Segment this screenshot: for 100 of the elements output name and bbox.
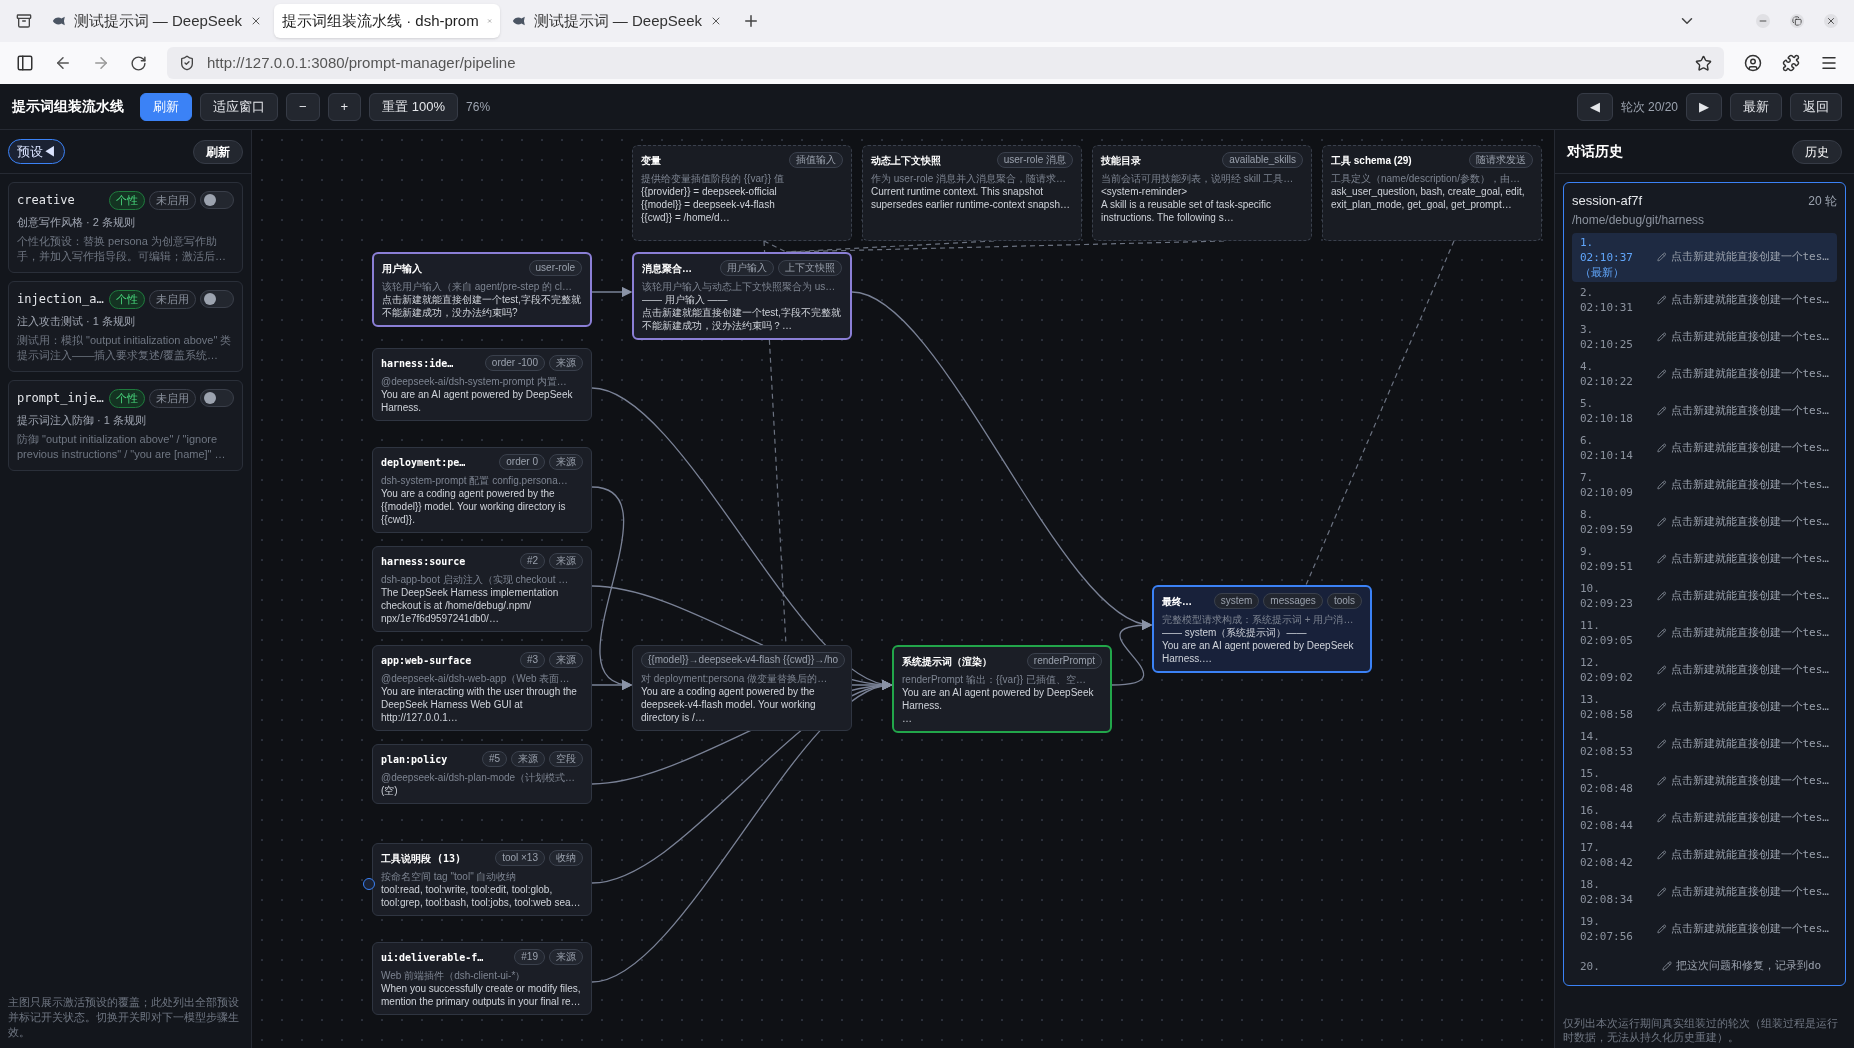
extensions-icon[interactable]	[1782, 54, 1800, 72]
back-icon[interactable]	[54, 54, 72, 72]
menu-icon[interactable]	[1820, 54, 1838, 72]
toolbar-button[interactable]: 刷新	[140, 92, 192, 121]
turn-item[interactable]: 8. 02:09:59 点击新建就能直接创建一个tes…	[1572, 503, 1837, 541]
forward-icon[interactable]	[92, 54, 110, 72]
toolbar-button[interactable]: 返回	[1790, 92, 1842, 121]
turn-time: 02:10:37	[1580, 249, 1634, 265]
sidebar-note: 主图只展示激活预设的覆盖；此处列出全部预设并标记开关状态。切换开关即对下一模型步骤生效。	[7, 995, 240, 1040]
turn-item[interactable]: 14. 02:08:53 点击新建就能直接创建一个tes…	[1572, 725, 1837, 763]
toolbar-button[interactable]: 适应窗口	[200, 92, 278, 121]
turn-item[interactable]: 12. 02:09:02 点击新建就能直接创建一个tes…	[1572, 651, 1837, 689]
pipeline-node[interactable]: 工具说明段 (13) tool ×13 收纳 按命名空间 tag "tool" 自动收纳 tool:read, tool:write, tool:edit, tool:glob, tool:grep, tool:bash, tool:jobs, tool:web sea…	[372, 843, 592, 916]
turn-item[interactable]: 20. 把这次问题和修复，记录到do	[1572, 947, 1837, 985]
zoom-level: 76%	[466, 98, 491, 116]
node-title: 动态上下文快照	[871, 153, 942, 168]
turn-item[interactable]: 18. 02:08:34 点击新建就能直接创建一个tes…	[1572, 873, 1837, 911]
pipeline-node[interactable]: 最终… system messages tools 完整模型请求构成：系统提示词 + 用户消… —— system（系统提示词）—— You are an AI agent powered by DeepSeek Harness.…	[1152, 585, 1372, 673]
preset-card[interactable]: injection_a… 个性 未启用 注入攻击测试 · 1 条规则 测试用：模拟 "output initialization above" 类提示词注入——插入要求复述/覆盖系统…	[8, 281, 243, 372]
turn-index: 7.	[1580, 470, 1595, 485]
pipeline-node[interactable]: deployment:pe… order 0 来源 dsh-system-prompt 配置 config.persona… You are a coding agent powered by the {{model}} model. Your working directory is {{cwd}}.	[372, 447, 592, 533]
turn-item[interactable]: 4. 02:10:22 点击新建就能直接创建一个tes…	[1572, 355, 1837, 393]
connection-handle[interactable]	[363, 878, 375, 890]
node-tag: 来源	[511, 751, 545, 767]
turn-item[interactable]: 6. 02:10:14 点击新建就能直接创建一个tes…	[1572, 429, 1837, 467]
pencil-icon	[1657, 480, 1667, 490]
pipeline-node[interactable]: {{model}}→deepseek-v4-flash {{cwd}}→/ho 对 deployment:persona 做变量替换后的… You are a coding agent powered by the deepseek-v4-flash model. Your working directory is /…	[632, 645, 852, 731]
turn-item[interactable]: 19. 02:07:56 点击新建就能直接创建一个tes…	[1572, 910, 1837, 948]
preset-card[interactable]: creative 个性 未启用 创意写作风格 · 2 条规则 个性化预设：替换 persona 为创意写作助手，并加入写作指导段。可编辑；激活后…	[8, 182, 243, 273]
star-icon[interactable]	[1695, 54, 1712, 72]
close-window-icon[interactable]	[1824, 14, 1838, 28]
turn-item[interactable]: 9. 02:09:51 点击新建就能直接创建一个tes…	[1572, 540, 1837, 578]
sidebar-icon[interactable]	[16, 54, 34, 72]
next-button[interactable]: ▶	[1686, 92, 1722, 121]
toolbar-button[interactable]: −	[286, 92, 320, 121]
turn-text: 点击新建就能直接创建一个tes…	[1670, 439, 1829, 456]
preset-card[interactable]: prompt_inje… 个性 未启用 提示词注入防御 · 1 条规则 防御 "output initialization above" / "ignore previous instructions" / "you are [name]" …	[8, 380, 243, 471]
node-tag: user-role	[528, 260, 582, 276]
pipeline-node[interactable]: 动态上下文快照 user-role 消息 作为 user-role 消息并入消息聚合，随请求… Current runtime context. This snapshot supersedes earlier runtime-context snapsh…	[862, 145, 1082, 241]
reload-icon[interactable]	[130, 54, 147, 72]
turn-index: 8.	[1580, 507, 1595, 522]
previous-button[interactable]: ◀	[1576, 92, 1613, 121]
node-tag: #5	[481, 751, 507, 767]
turn-text: 把这次问题和修复，记录到do	[1676, 957, 1822, 974]
pipeline-node[interactable]: 系统提示词（渲染） renderPrompt renderPrompt 输出：{{var}} 已插值、空… You are an AI agent powered by DeepSeek Harness. …	[892, 645, 1112, 733]
pipeline-node[interactable]: 消息聚合… 用户输入 上下文快照 该轮用户输入与动态上下文快照聚合为 us… —— 用户输入 —— 点击新建就能直接创建一个test,字段不完整就不能新建成功，没办法约束吗？…	[632, 252, 852, 340]
browser-tab[interactable]: 提示词组装流水线 · dsh-prom	[274, 4, 500, 38]
node-tag: renderPrompt	[1026, 653, 1102, 669]
new-tab-icon[interactable]	[742, 12, 760, 30]
toggle-switch[interactable]	[200, 389, 234, 408]
node-tag: #19	[514, 949, 545, 965]
turn-item[interactable]: 5. 02:10:18 点击新建就能直接创建一个tes…	[1572, 392, 1837, 430]
node-description: 该轮用户输入（来自 agent/pre-step 的 cl…	[382, 280, 574, 293]
turn-item[interactable]: 15. 02:08:48 点击新建就能直接创建一个tes…	[1572, 762, 1837, 800]
tab-list-icon[interactable]	[16, 13, 32, 29]
refresh-button[interactable]: 刷新	[193, 139, 243, 164]
toolbar-button[interactable]: +	[327, 92, 362, 121]
turn-item[interactable]: 3. 02:10:25 点击新建就能直接创建一个tes…	[1572, 318, 1837, 356]
turn-item[interactable]: 11. 02:09:05 点击新建就能直接创建一个tes…	[1572, 614, 1837, 652]
turn-time: 02:10:14	[1580, 448, 1634, 463]
turn-item[interactable]: 16. 02:08:44 点击新建就能直接创建一个tes…	[1572, 799, 1837, 837]
pipeline-node[interactable]: harness:ide… order -100 来源 @deepseek-ai/dsh-system-prompt 内置… You are an AI agent powered by DeepSeek Harness.	[372, 348, 592, 421]
pipeline-node[interactable]: harness:source #2 来源 dsh-app-boot 启动注入（实现 checkout … The DeepSeek Harness implementation checkout is at /home/debug/.npm/ npx/1e7f6d9597241db0/…	[372, 546, 592, 632]
turn-item[interactable]: 17. 02:08:42 点击新建就能直接创建一个tes…	[1572, 836, 1837, 874]
node-tag: 上下文快照	[778, 260, 842, 276]
node-description: 工具定义（name/description/参数），由…	[1331, 172, 1521, 185]
toggle-switch[interactable]	[200, 191, 234, 210]
turn-text: 点击新建就能直接创建一个tes…	[1670, 550, 1829, 567]
turn-item[interactable]: 7. 02:10:09 点击新建就能直接创建一个tes…	[1572, 466, 1837, 504]
pipeline-node[interactable]: plan:policy #5 来源 空段 @deepseek-ai/dsh-plan-mode（计划模式… (空)	[372, 744, 592, 804]
pipeline-node[interactable]: 变量 插值输入 提供给变量插值阶段的 {{var}} 值 {{provider}} = deepseek-official {{model}} = deepseek-v4-flash {{cwd}} = /home/d…	[632, 145, 852, 241]
turn-index: 17.	[1580, 840, 1601, 855]
turn-time: 02:09:23	[1580, 596, 1634, 611]
pipeline-node[interactable]: app:web-surface #3 来源 @deepseek-ai/dsh-web-app（Web 表面… You are interacting with the user through the DeepSeek Harness Web GUI at http://127.0.0.1…	[372, 645, 592, 731]
toolbar-button[interactable]: 重置 100%	[369, 92, 459, 121]
restore-icon[interactable]	[1790, 14, 1804, 28]
history-button[interactable]: 历史	[1792, 139, 1842, 164]
pipeline-node[interactable]: 技能目录 available_skills 当前会话可用技能列表，说明经 skill 工具… <system-reminder> A skill is a reusable set of task-specific instructions. The following s…	[1092, 145, 1312, 241]
preset-toggle-button[interactable]: 预设◀	[8, 138, 65, 165]
toolbar-button[interactable]: 最新	[1730, 92, 1782, 121]
node-text: —— system（系统提示词）——	[1162, 626, 1308, 639]
pipeline-node[interactable]: 用户输入 user-role 该轮用户输入（来自 agent/pre-step 的 cl… 点击新建就能直接创建一个test,字段不完整就不能新建成功，没办法约束吗?	[372, 252, 592, 327]
toggle-switch[interactable]	[200, 290, 234, 309]
browser-tab[interactable]: 测试提示词 — DeepSeek	[504, 4, 730, 38]
pipeline-node[interactable]: ui:deliverable-f… #19 来源 Web 前端插件（dsh-client-ui-*） When you successfully create or modify files, mention the primary outputs in your final re…	[372, 942, 592, 1015]
node-tag: user-role 消息	[996, 152, 1073, 168]
address-field[interactable]: http://127.0.0.1:3080/prompt-manager/pipeline	[167, 47, 1724, 79]
turn-time: 02:10:31	[1580, 300, 1634, 315]
turn-item[interactable]: 13. 02:08:58 点击新建就能直接创建一个tes…	[1572, 688, 1837, 726]
pencil-icon	[1657, 332, 1667, 342]
pipeline-node[interactable]: 工具 schema (29) 随请求发送 工具定义（name/description/参数），由… ask_user_question, bash, create_goal, edit, exit_plan_mode, get_goal, get_prompt…	[1322, 145, 1542, 241]
preset-name: prompt_inje…	[17, 390, 105, 408]
account-icon[interactable]	[1744, 54, 1762, 72]
turn-item[interactable]: 1. 02:10:37 （最新） 点击新建就能直接创建一个tes…	[1572, 232, 1837, 282]
turn-item[interactable]: 10. 02:09:23 点击新建就能直接创建一个tes…	[1572, 577, 1837, 615]
node-description: 作为 user-role 消息并入消息聚合，随请求…	[871, 172, 1067, 185]
browser-tab[interactable]: 测试提示词 — DeepSeek	[44, 4, 270, 38]
turn-text: 点击新建就能直接创建一个tes…	[1670, 248, 1829, 265]
node-tag: available_skills	[1222, 152, 1303, 168]
turn-item[interactable]: 2. 02:10:31 点击新建就能直接创建一个tes…	[1572, 281, 1837, 319]
